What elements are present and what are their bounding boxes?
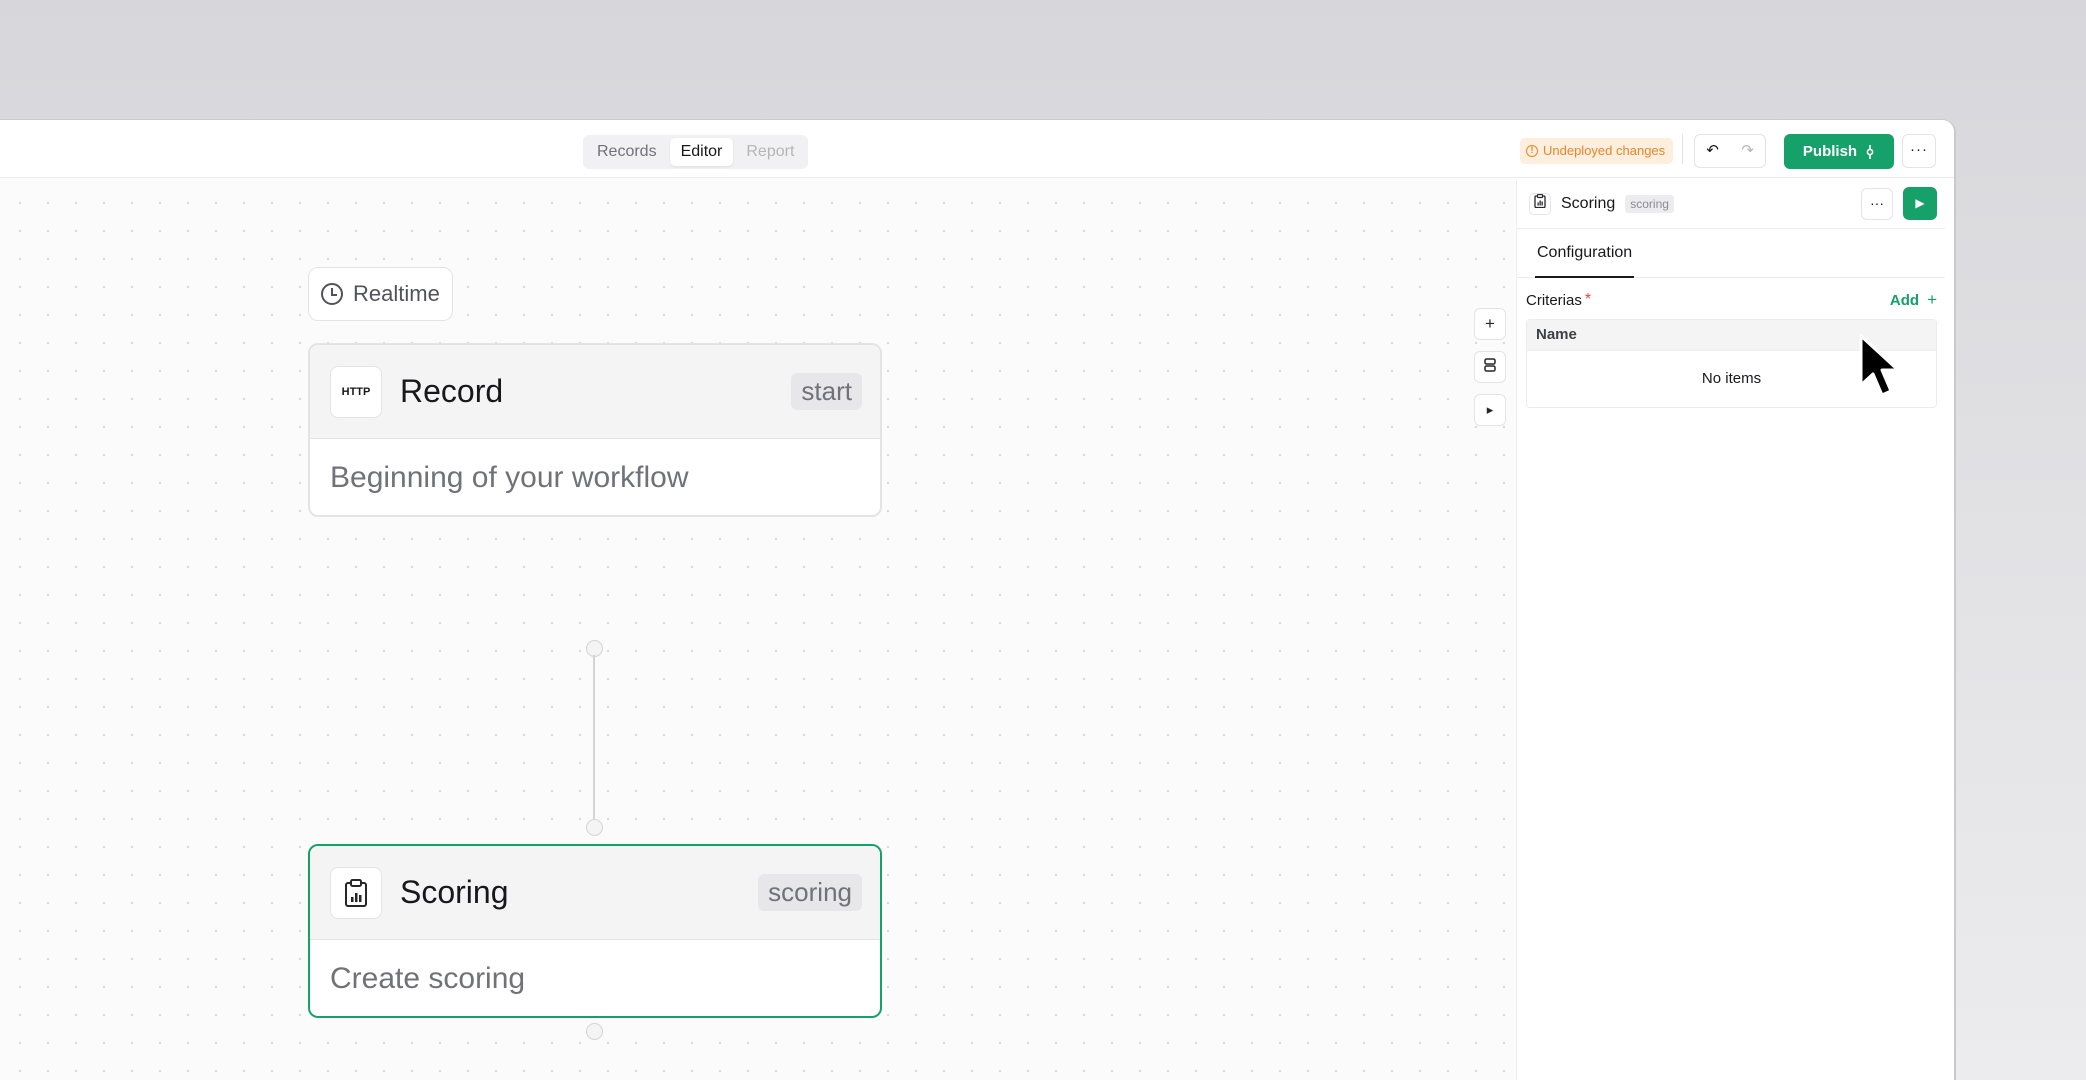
- node-header: HTTP Record start: [310, 345, 880, 439]
- required-marker: *: [1584, 291, 1592, 308]
- add-label: Add: [1889, 291, 1920, 309]
- stack-icon: [1484, 358, 1496, 372]
- publish-label: Publish: [1802, 143, 1858, 160]
- clipboard-chart-icon: [330, 866, 382, 919]
- layers-button[interactable]: [1474, 351, 1506, 383]
- tab-editor[interactable]: Editor: [669, 138, 734, 166]
- tab-report[interactable]: Report: [735, 138, 805, 166]
- history-controls: ↶ ↷: [1694, 134, 1766, 168]
- commit-icon: [1866, 144, 1874, 159]
- clipboard-chart-icon: [1529, 192, 1551, 215]
- tab-configuration[interactable]: Configuration: [1535, 229, 1635, 278]
- workflow-canvas[interactable]: + ▸ Realtime HTTP Record start Beginning…: [0, 179, 1515, 1080]
- tab-records[interactable]: Records: [586, 138, 668, 166]
- undo-icon[interactable]: ↶: [1695, 135, 1730, 167]
- publish-button[interactable]: Publish: [1784, 134, 1894, 169]
- panel-more-button[interactable]: ···: [1861, 187, 1893, 220]
- criteria-label: Criterias: [1526, 291, 1582, 309]
- run-button[interactable]: ▸: [1474, 394, 1506, 426]
- mouse-pointer-icon: [1859, 334, 1900, 397]
- node-config-panel: Scoring scoring ··· ▶ Configuration Crit…: [1516, 179, 1945, 1080]
- trigger-label: Realtime: [353, 281, 440, 306]
- alert-circle-icon: !: [1526, 145, 1538, 157]
- view-switcher: Records Editor Report: [583, 135, 809, 169]
- node-title: Record: [400, 373, 504, 409]
- node-description: Beginning of your workflow: [330, 461, 689, 494]
- top-bar: Records Editor Report ! Undeployed chang…: [0, 120, 1954, 178]
- more-options-button[interactable]: ···: [1902, 134, 1936, 168]
- panel-title: Scoring: [1561, 194, 1616, 212]
- connection-edge: [593, 655, 595, 823]
- panel-run-button[interactable]: ▶: [1903, 187, 1937, 220]
- add-criteria-button[interactable]: Add +: [1890, 290, 1937, 310]
- add-node-button[interactable]: +: [1474, 308, 1506, 340]
- panel-tag: scoring: [1625, 194, 1674, 213]
- input-port[interactable]: [586, 819, 603, 836]
- undeployed-changes-badge: ! Undeployed changes: [1520, 138, 1674, 164]
- http-icon: HTTP: [330, 365, 382, 418]
- node-tag: start: [791, 373, 862, 410]
- divider: [1682, 134, 1683, 164]
- workflow-node-scoring[interactable]: Scoring scoring Create scoring: [308, 844, 882, 1018]
- trigger-badge[interactable]: Realtime: [308, 267, 453, 321]
- clock-icon: [321, 283, 343, 305]
- node-tag: scoring: [758, 874, 862, 911]
- app-window: Records Editor Report ! Undeployed chang…: [0, 120, 1954, 1080]
- workflow-node-record[interactable]: HTTP Record start Beginning of your work…: [308, 343, 882, 517]
- plus-icon: +: [1927, 290, 1937, 309]
- panel-header: Scoring scoring ··· ▶: [1517, 179, 1945, 229]
- criteria-header: Criterias * Add +: [1517, 278, 1945, 310]
- node-description: Create scoring: [330, 962, 526, 995]
- node-header: Scoring scoring: [310, 846, 880, 940]
- panel-tabs: Configuration: [1517, 229, 1945, 278]
- output-port[interactable]: [586, 1023, 603, 1040]
- node-title: Scoring: [400, 874, 509, 910]
- redo-icon[interactable]: ↷: [1730, 135, 1765, 167]
- undeployed-changes-label: Undeployed changes: [1543, 143, 1666, 158]
